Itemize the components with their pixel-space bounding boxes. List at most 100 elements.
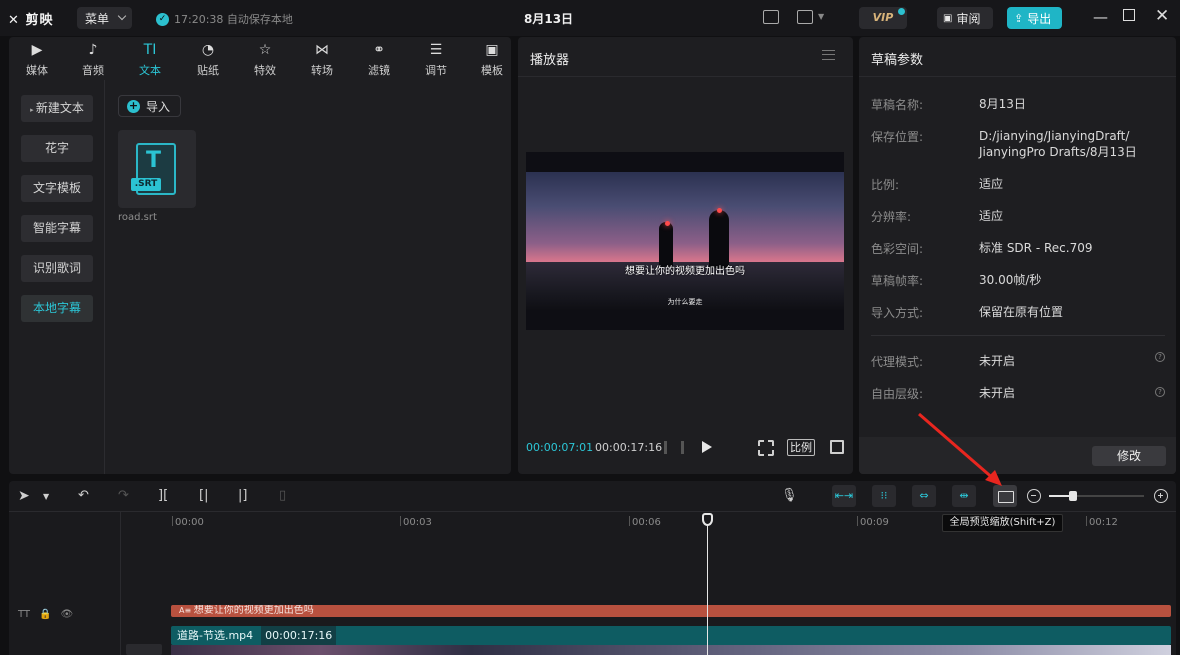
tab-sticker[interactable]: ◔ 贴纸 — [185, 37, 231, 79]
link-main-track-icon[interactable]: ⇤⇥ — [832, 485, 856, 507]
tab-label: 音频 — [82, 64, 104, 77]
divider — [859, 76, 1176, 77]
annotation-arrow — [918, 412, 1002, 486]
app-name: 剪映 — [25, 13, 54, 28]
help-icon[interactable]: ? — [1155, 352, 1165, 362]
redo-icon: ↷ — [118, 488, 129, 503]
sidebar-item-label: 文字模板 — [32, 181, 81, 195]
arrow-shaft — [918, 412, 996, 482]
ruler-tick — [400, 516, 401, 526]
sidebar-item-label: 本地字幕 — [32, 301, 81, 315]
prop-label: 保存位置: — [871, 130, 924, 144]
current-time: 00:00:07:01 — [526, 441, 594, 454]
tooltip: 全局预览缩放(Shift+Z) — [942, 514, 1063, 532]
zoom-in-icon[interactable] — [1154, 489, 1168, 503]
ratio-button[interactable]: 比例 — [787, 439, 815, 456]
layout-chevron-icon[interactable]: ▼ — [818, 12, 824, 21]
ruler-tick — [172, 516, 173, 526]
prop-value: 适应 — [979, 209, 1004, 223]
export-button[interactable]: ⇪ 导出 — [1007, 7, 1062, 29]
split-icon[interactable]: ][ — [158, 488, 168, 503]
fit-screen-icon[interactable] — [758, 440, 774, 456]
adjust-icon: ☰ — [429, 42, 443, 58]
text-sidebar: ▸ 新建文本 花字 文字模板 智能字幕 识别歌词 本地字幕 — [9, 80, 105, 474]
text-clip-label: 想要让你的视频更加出色吗 — [193, 605, 314, 616]
sticker-icon: ◔ — [201, 42, 215, 58]
zoom-out-icon[interactable] — [1027, 489, 1041, 503]
prop-label: 草稿帧率: — [871, 274, 924, 288]
close-icon[interactable]: ✕ — [1155, 6, 1169, 26]
tab-text[interactable]: TI 文本 — [127, 37, 173, 79]
sidebar-item-lyrics[interactable]: 识别歌词 — [21, 255, 93, 282]
sidebar-item-new-text[interactable]: ▸ 新建文本 — [21, 95, 93, 122]
plus-icon: + — [127, 98, 140, 113]
autosave-status: ✓ 17:20:38 自动保存本地 — [156, 11, 293, 27]
review-button[interactable]: ▣ 审阅 — [937, 7, 993, 29]
delete-icon: ▯ — [279, 488, 287, 503]
ruler-label: 00:09 — [860, 517, 889, 528]
prop-value: 适应 — [979, 177, 1004, 191]
tab-effects[interactable]: ☆ 特效 — [242, 37, 288, 79]
prop-value: 未开启 — [979, 386, 1016, 400]
cover-button[interactable] — [126, 644, 162, 655]
tab-filter[interactable]: ⚭ 滤镜 — [356, 37, 402, 79]
auto-snap-icon[interactable]: ⁝⁝ — [872, 485, 896, 507]
hiker-silhouette — [659, 222, 673, 267]
tab-template[interactable]: ▣ 模板 — [469, 37, 515, 79]
sidebar-item-label: 花字 — [44, 141, 69, 155]
timecode-grid-icon[interactable] — [664, 441, 684, 454]
prop-label: 色彩空间: — [871, 242, 924, 256]
play-icon[interactable] — [702, 441, 712, 453]
tab-transition[interactable]: ⋈ 转场 — [299, 37, 345, 79]
divider — [518, 76, 853, 77]
prop-value: 未开启 — [979, 354, 1016, 368]
text-clip[interactable]: A≡ 想要让你的视频更加出色吗 — [171, 605, 1171, 617]
pointer-chevron-icon[interactable]: ▼ — [43, 492, 49, 501]
import-button[interactable]: + 导入 — [118, 95, 181, 117]
subtitle-small: 为什么要走 — [667, 298, 703, 306]
notification-dot — [898, 8, 905, 15]
ruler-label: 00:00 — [175, 517, 204, 528]
sidebar-item-fancy-text[interactable]: 花字 — [21, 135, 93, 162]
undo-icon[interactable]: ↶ — [78, 488, 89, 503]
sidebar-item-auto-captions[interactable]: 智能字幕 — [21, 215, 93, 242]
playhead-line[interactable] — [707, 518, 708, 655]
minimize-icon[interactable]: — — [1093, 8, 1108, 26]
ruler-tick — [1086, 516, 1087, 526]
autosave-text: 17:20:38 自动保存本地 — [174, 13, 293, 26]
menu-button[interactable]: 菜单 — [77, 7, 132, 29]
keyboard-shortcuts-icon[interactable] — [763, 10, 779, 24]
tab-adjust[interactable]: ☰ 调节 — [413, 37, 459, 79]
sidebar-item-text-templates[interactable]: 文字模板 — [21, 175, 93, 202]
zoom-slider-thumb[interactable] — [1068, 491, 1077, 501]
divider — [9, 511, 1176, 512]
file-name: road.srt — [118, 212, 157, 223]
lock-icon[interactable]: 🔒 — [39, 609, 51, 620]
sidebar-item-label: 智能字幕 — [32, 221, 81, 235]
hamburger-menu-icon[interactable] — [822, 50, 835, 60]
fullscreen-icon[interactable] — [830, 440, 844, 454]
trim-right-icon[interactable]: |] — [238, 488, 247, 503]
microphone-icon[interactable]: 🎙 — [781, 488, 798, 503]
text-clip-icon: A≡ — [179, 606, 194, 615]
tab-media[interactable]: ▶ 媒体 — [14, 37, 60, 79]
video-clip[interactable]: 道路-节选.mp4 00:00:17:16 — [171, 626, 1171, 645]
select-pointer-icon[interactable]: ➤ — [18, 488, 30, 504]
ruler-label: 00:06 — [632, 517, 661, 528]
layout-icon[interactable] — [797, 10, 813, 24]
eye-icon[interactable]: 👁 — [61, 609, 74, 620]
effects-icon: ☆ — [258, 42, 272, 58]
text-icon: TI — [143, 42, 157, 58]
video-preview[interactable]: 想要让你的视频更加出色吗 为什么要走 — [526, 152, 844, 330]
maximize-icon[interactable] — [1123, 9, 1135, 21]
tab-label: 特效 — [254, 64, 276, 77]
help-icon[interactable]: ? — [1155, 387, 1165, 397]
sidebar-item-local-captions[interactable]: 本地字幕 — [21, 295, 93, 322]
playhead-handle[interactable] — [702, 513, 713, 526]
check-circle-icon: ✓ — [156, 12, 169, 26]
tab-audio[interactable]: ♪ 音频 — [70, 37, 116, 79]
prop-label: 导入方式: — [871, 306, 924, 320]
tab-label: 滤镜 — [368, 64, 390, 77]
trim-left-icon[interactable]: [| — [199, 488, 208, 503]
modify-button[interactable]: 修改 — [1092, 446, 1166, 466]
